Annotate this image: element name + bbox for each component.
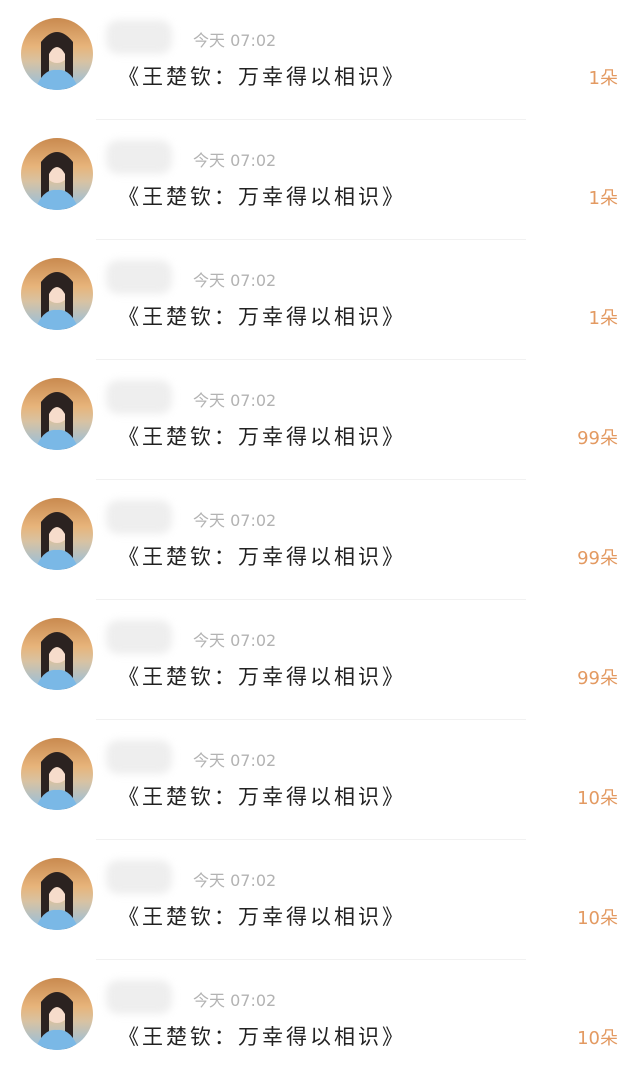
item-title: 《王楚钦：万幸得以相识》: [118, 905, 406, 929]
username-blurred: [106, 740, 172, 774]
username-blurred: [106, 860, 172, 894]
gift-amount: 10朵: [577, 1028, 618, 1049]
item-title: 《王楚钦：万幸得以相识》: [118, 545, 406, 569]
avatar[interactable]: [21, 618, 93, 690]
list-item[interactable]: 今天 07:02 《王楚钦：万幸得以相识》 1朵: [0, 0, 640, 120]
timestamp: 今天 07:02: [193, 631, 277, 650]
item-title: 《王楚钦：万幸得以相识》: [118, 185, 406, 209]
item-title: 《王楚钦：万幸得以相识》: [118, 425, 406, 449]
username-blurred: [106, 260, 172, 294]
gift-amount: 99朵: [577, 428, 618, 449]
gift-record-list: 今天 07:02 《王楚钦：万幸得以相识》 1朵 今天 07:02 《王楚钦：万…: [0, 0, 640, 1066]
avatar[interactable]: [21, 258, 93, 330]
list-item[interactable]: 今天 07:02 《王楚钦：万幸得以相识》 99朵: [0, 480, 640, 600]
gift-amount: 1朵: [588, 68, 618, 89]
gift-amount: 10朵: [577, 788, 618, 809]
timestamp: 今天 07:02: [193, 391, 277, 410]
item-title: 《王楚钦：万幸得以相识》: [118, 665, 406, 689]
username-blurred: [106, 380, 172, 414]
list-item[interactable]: 今天 07:02 《王楚钦：万幸得以相识》 99朵: [0, 600, 640, 720]
timestamp: 今天 07:02: [193, 991, 277, 1010]
gift-amount: 99朵: [577, 668, 618, 689]
list-item[interactable]: 今天 07:02 《王楚钦：万幸得以相识》 10朵: [0, 720, 640, 840]
timestamp: 今天 07:02: [193, 511, 277, 530]
avatar[interactable]: [21, 978, 93, 1050]
list-item[interactable]: 今天 07:02 《王楚钦：万幸得以相识》 1朵: [0, 240, 640, 360]
item-title: 《王楚钦：万幸得以相识》: [118, 65, 406, 89]
avatar[interactable]: [21, 138, 93, 210]
timestamp: 今天 07:02: [193, 871, 277, 890]
avatar[interactable]: [21, 738, 93, 810]
list-item[interactable]: 今天 07:02 《王楚钦：万幸得以相识》 10朵: [0, 960, 640, 1080]
gift-amount: 1朵: [588, 308, 618, 329]
gift-amount: 10朵: [577, 908, 618, 929]
gift-amount: 99朵: [577, 548, 618, 569]
list-item[interactable]: 今天 07:02 《王楚钦：万幸得以相识》 99朵: [0, 360, 640, 480]
timestamp: 今天 07:02: [193, 31, 277, 50]
username-blurred: [106, 140, 172, 174]
gift-amount: 1朵: [588, 188, 618, 209]
list-item[interactable]: 今天 07:02 《王楚钦：万幸得以相识》 1朵: [0, 120, 640, 240]
username-blurred: [106, 500, 172, 534]
username-blurred: [106, 980, 172, 1014]
list-item[interactable]: 今天 07:02 《王楚钦：万幸得以相识》 10朵: [0, 840, 640, 960]
avatar[interactable]: [21, 498, 93, 570]
avatar[interactable]: [21, 378, 93, 450]
item-title: 《王楚钦：万幸得以相识》: [118, 1025, 406, 1049]
avatar[interactable]: [21, 858, 93, 930]
item-title: 《王楚钦：万幸得以相识》: [118, 785, 406, 809]
timestamp: 今天 07:02: [193, 751, 277, 770]
avatar[interactable]: [21, 18, 93, 90]
timestamp: 今天 07:02: [193, 151, 277, 170]
timestamp: 今天 07:02: [193, 271, 277, 290]
username-blurred: [106, 620, 172, 654]
item-title: 《王楚钦：万幸得以相识》: [118, 305, 406, 329]
username-blurred: [106, 20, 172, 54]
